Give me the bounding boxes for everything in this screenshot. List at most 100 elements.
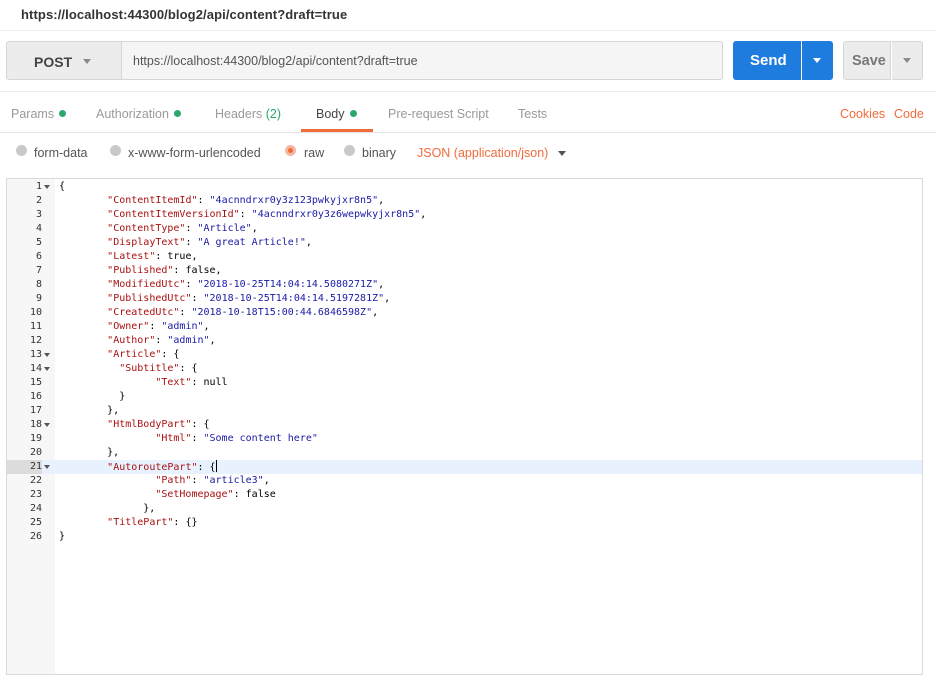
line-number: 3	[35, 209, 42, 220]
code-link[interactable]: Code	[894, 107, 924, 121]
json-string: "Some content here"	[203, 433, 318, 444]
code-line[interactable]: 17 },	[7, 404, 922, 418]
status-dot-icon	[173, 110, 181, 117]
code-text: "Text": null	[59, 376, 227, 390]
code-line[interactable]: 21 "AutoroutePart": {	[7, 460, 922, 474]
code-line[interactable]: 14 "Subtitle": {	[7, 362, 922, 376]
json-string: "4acnndrxr0y3z6wepwkyjxr8n5"	[251, 209, 421, 220]
code-line[interactable]: 19 "Html": "Some content here"	[7, 432, 922, 446]
send-options-button[interactable]	[802, 41, 833, 80]
tab-body[interactable]: Body	[316, 107, 357, 121]
json-key: "TitlePart"	[107, 517, 174, 528]
fold-toggle-icon[interactable]	[44, 465, 50, 469]
code-line[interactable]: 10 "CreatedUtc": "2018-10-18T15:00:44.68…	[7, 306, 922, 320]
json-punct: ,	[378, 279, 385, 290]
code-line[interactable]: 24 },	[7, 502, 922, 516]
radio-urlencoded[interactable]	[110, 145, 121, 156]
json-punct	[59, 307, 107, 318]
code-line[interactable]: 4 "ContentType": "Article",	[7, 222, 922, 236]
radio-raw[interactable]	[285, 145, 296, 156]
json-punct	[59, 335, 107, 346]
chevron-down-icon[interactable]	[558, 151, 566, 156]
json-punct: ,	[372, 307, 379, 318]
cookies-link[interactable]: Cookies	[840, 107, 885, 121]
code-content[interactable]: 1{2 "ContentItemId": "4acnndrxr0y3z123pw…	[7, 179, 922, 674]
json-punct: ,	[251, 223, 258, 234]
window-title: https://localhost:44300/blog2/api/conten…	[21, 7, 348, 22]
json-key: "Article"	[107, 349, 162, 360]
json-key: "Published"	[107, 265, 174, 276]
code-line[interactable]: 20 },	[7, 446, 922, 460]
json-key: "AutoroutePart"	[107, 462, 198, 473]
line-number: 12	[29, 335, 42, 346]
code-line[interactable]: 6 "Latest": true,	[7, 250, 922, 264]
code-line[interactable]: 26}	[7, 530, 922, 544]
json-key: "PublishedUtc"	[107, 293, 192, 304]
code-text: }	[59, 530, 65, 544]
code-text: },	[59, 404, 119, 418]
tab-label: Body	[316, 107, 345, 121]
code-text: "AutoroutePart": {	[59, 460, 217, 475]
json-punct: : false,	[173, 265, 222, 276]
code-line[interactable]: 2 "ContentItemId": "4acnndrxr0y3z123pwky…	[7, 194, 922, 208]
save-button[interactable]: Save	[843, 41, 891, 80]
raw-format-select[interactable]: JSON (application/json)	[417, 146, 548, 160]
code-line[interactable]: 1{	[7, 180, 922, 194]
fold-toggle-icon[interactable]	[44, 367, 50, 371]
json-punct: :	[191, 293, 204, 304]
code-line[interactable]: 22 "Path": "article3",	[7, 474, 922, 488]
code-line[interactable]: 11 "Owner": "admin",	[7, 320, 922, 334]
save-options-button[interactable]	[892, 41, 923, 80]
tab-label: Params	[11, 107, 55, 121]
code-text: },	[59, 502, 155, 516]
method-select[interactable]: POST	[6, 41, 122, 80]
url-input[interactable]: https://localhost:44300/blog2/api/conten…	[122, 41, 723, 80]
text-cursor	[215, 460, 217, 472]
json-punct	[59, 433, 155, 444]
fold-toggle-icon[interactable]	[44, 423, 50, 427]
json-key: "Author"	[107, 335, 156, 346]
tab-tests[interactable]: Tests	[518, 107, 547, 121]
json-string: "A great Article!"	[197, 237, 306, 248]
json-punct	[59, 223, 107, 234]
code-line[interactable]: 18 "HtmlBodyPart": {	[7, 418, 922, 432]
code-editor[interactable]: 1{2 "ContentItemId": "4acnndrxr0y3z123pw…	[6, 178, 923, 675]
json-punct: },	[59, 405, 120, 416]
code-line[interactable]: 12 "Author": "admin",	[7, 334, 922, 348]
code-line[interactable]: 25 "TitlePart": {}	[7, 516, 922, 530]
json-punct: ,	[305, 237, 312, 248]
fold-toggle-icon[interactable]	[44, 353, 50, 357]
tab-pre-request-script[interactable]: Pre-request Script	[388, 107, 489, 121]
code-line[interactable]: 15 "Text": null	[7, 376, 922, 390]
json-punct: :	[155, 335, 168, 346]
code-line[interactable]: 5 "DisplayText": "A great Article!",	[7, 236, 922, 250]
tab-params[interactable]: Params	[11, 107, 67, 121]
code-line[interactable]: 16 }	[7, 390, 922, 404]
code-line[interactable]: 3 "ContentItemVersionId": "4acnndrxr0y3z…	[7, 208, 922, 222]
save-label: Save	[852, 53, 886, 69]
tab-authorization[interactable]: Authorization	[96, 107, 181, 121]
json-punct	[59, 377, 155, 388]
line-number: 6	[35, 251, 42, 262]
send-button[interactable]: Send	[733, 41, 801, 80]
code-line[interactable]: 13 "Article": {	[7, 348, 922, 362]
json-punct: :	[179, 307, 192, 318]
json-punct: : {}	[173, 517, 198, 528]
tab-label: Authorization	[96, 107, 169, 121]
radio-binary[interactable]	[344, 145, 355, 156]
code-line[interactable]: 7 "Published": false,	[7, 264, 922, 278]
radio-form-data[interactable]	[16, 145, 27, 156]
code-line[interactable]: 9 "PublishedUtc": "2018-10-25T14:04:14.5…	[7, 292, 922, 306]
code-line[interactable]: 8 "ModifiedUtc": "2018-10-25T14:04:14.50…	[7, 278, 922, 292]
json-punct	[59, 349, 107, 360]
send-label: Send	[750, 52, 787, 69]
radio-label: form-data	[34, 146, 88, 160]
fold-toggle-icon[interactable]	[44, 185, 50, 189]
json-punct: },	[59, 503, 156, 514]
json-key: "ModifiedUtc"	[107, 279, 186, 290]
code-line[interactable]: 23 "SetHomepage": false	[7, 488, 922, 502]
chevron-down-icon	[83, 59, 91, 64]
json-punct	[59, 279, 107, 290]
tab-headers[interactable]: Headers (2)	[215, 107, 281, 121]
url-text: https://localhost:44300/blog2/api/conten…	[133, 54, 418, 68]
